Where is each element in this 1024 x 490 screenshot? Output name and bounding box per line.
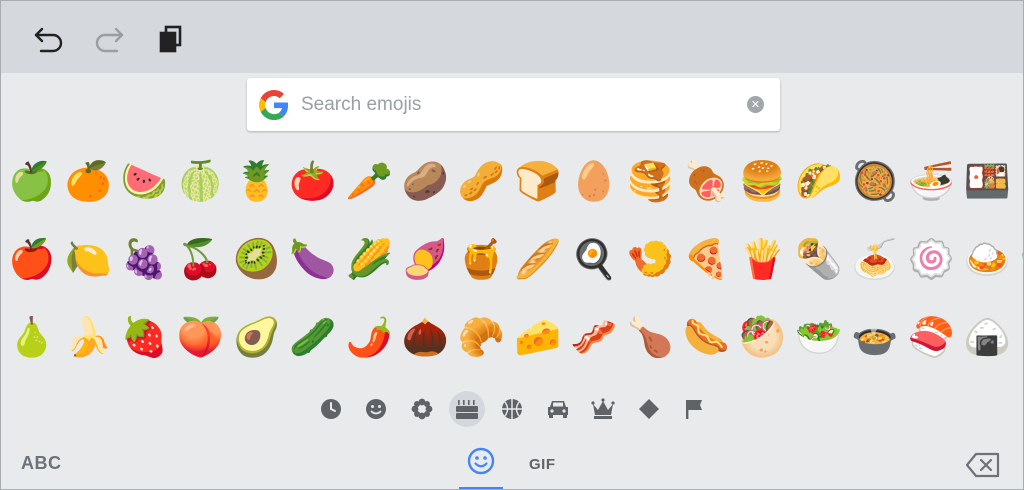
clock-icon [321,399,341,419]
category-travel[interactable] [540,391,576,427]
emoji-key[interactable]: 🍣 [903,309,959,365]
keyboard-toolbar [1,1,1023,73]
emoji-key[interactable]: 🌯 [791,231,847,287]
clipboard-icon [159,25,182,53]
emoji-key[interactable]: 🍜 [903,153,959,209]
smiley-icon [467,447,495,475]
emoji-row: 🍏🍊🍉🍈🍍🍅🥕🥔🥜🍞🥚🥞🍖🍔🌮🥘🍜🍱🥛 [1,153,1023,225]
category-symbols[interactable] [631,391,667,427]
emoji-key[interactable]: 🍤 [622,231,678,287]
emoji-key[interactable]: 🍛 [959,231,1015,287]
category-nature[interactable] [404,391,440,427]
basketball-icon [502,399,522,419]
emoji-key[interactable]: 🍒 [173,231,229,287]
emoji-key[interactable]: 🍳 [566,231,622,287]
emoji-key[interactable]: 🌭 [678,309,734,365]
emoji-key[interactable]: 🥞 [622,153,678,209]
emoji-key[interactable]: 🍐 [4,309,60,365]
emoji-key[interactable]: 🥙 [735,309,791,365]
emoji-key[interactable]: 🥚 [566,153,622,209]
emoji-key[interactable]: 🍖 [678,153,734,209]
emoji-key[interactable]: 🍝 [847,231,903,287]
emoji-key[interactable]: 🥕 [341,153,397,209]
emoji-key[interactable]: 🍠 [397,231,453,287]
emoji-key[interactable]: 🍥 [903,231,959,287]
emoji-key[interactable]: 🍊 [60,153,116,209]
emoji-key[interactable]: 🌽 [341,231,397,287]
emoji-key[interactable]: 🍓 [116,309,172,365]
category-bar [1,389,1023,429]
emoji-key[interactable]: 🍯 [454,231,510,287]
clipboard-button[interactable] [151,19,191,59]
flower-icon [411,398,433,420]
undo-button[interactable] [29,19,69,59]
category-flags[interactable] [676,391,712,427]
redo-button[interactable] [89,19,129,59]
emoji-key[interactable]: 🍚 [1016,231,1023,287]
emoji-key[interactable]: 🍌 [60,309,116,365]
emoji-key[interactable]: 🥔 [397,153,453,209]
abc-button[interactable]: ABC [21,453,62,474]
emoji-key[interactable]: 🥒 [285,309,341,365]
category-activity[interactable] [494,391,530,427]
emoji-key[interactable]: 🌶️ [341,309,397,365]
emoji-search-bar[interactable]: Search emojis ✕ [247,78,780,131]
emoji-tab[interactable] [459,447,503,489]
diamond-icon [639,399,659,419]
category-objects[interactable] [585,391,621,427]
emoji-key[interactable]: 🥘 [847,153,903,209]
emoji-key[interactable]: 🍉 [116,153,172,209]
emoji-key[interactable]: 🥐 [454,309,510,365]
emoji-key[interactable]: 🍏 [4,153,60,209]
emoji-row: 🍐🍌🍓🍑🥑🥒🌶️🌰🥐🧀🥓🍗🌭🥙🥗🍲🍣🍙🥄 [1,309,1023,381]
emoji-key[interactable]: 🍱 [959,153,1015,209]
emoji-key[interactable]: 🍲 [847,309,903,365]
emoji-key[interactable]: 🥛 [1016,153,1023,209]
emoji-key[interactable]: 🍙 [959,309,1015,365]
flag-icon [686,400,702,419]
cake-icon [456,400,478,419]
emoji-key[interactable]: 🍋 [60,231,116,287]
category-recent[interactable] [313,391,349,427]
emoji-key[interactable]: 🥗 [791,309,847,365]
emoji-key[interactable]: 🥑 [229,309,285,365]
redo-icon [95,27,124,53]
backspace-icon[interactable] [965,451,1001,479]
emoji-grid: 🍏🍊🍉🍈🍍🍅🥕🥔🥜🍞🥚🥞🍖🍔🌮🥘🍜🍱🥛🍎🍋🍇🍒🥝🍆🌽🍠🍯🥖🍳🍤🍕🍟🌯🍝🍥🍛🍚🍐🍌… [1,147,1023,387]
emoji-key[interactable]: 🍈 [173,153,229,209]
emoji-row: 🍎🍋🍇🍒🥝🍆🌽🍠🍯🥖🍳🍤🍕🍟🌯🍝🍥🍛🍚 [1,231,1023,303]
emoji-key[interactable]: 🍟 [735,231,791,287]
emoji-key[interactable]: 🍎 [4,231,60,287]
emoji-key[interactable]: 🍞 [510,153,566,209]
emoji-key[interactable]: 🍍 [229,153,285,209]
clear-icon[interactable]: ✕ [747,96,764,113]
google-g-logo [259,90,289,120]
emoji-key[interactable]: 🍑 [173,309,229,365]
emoji-key[interactable]: 🌮 [791,153,847,209]
emoji-key[interactable]: 🍗 [622,309,678,365]
crown-icon [591,398,615,419]
emoji-key[interactable]: 🍔 [735,153,791,209]
gif-tab[interactable]: GIF [529,456,556,473]
emoji-key[interactable]: 🥄 [1016,309,1023,365]
car-icon [548,401,568,418]
emoji-key[interactable]: 🍅 [285,153,341,209]
smiley-icon [366,399,386,419]
emoji-key[interactable]: 🧀 [510,309,566,365]
emoji-key[interactable]: 🍕 [678,231,734,287]
emoji-key[interactable]: 🥖 [510,231,566,287]
search-placeholder[interactable]: Search emojis [301,78,421,131]
emoji-keyboard: Search emojis ✕ 🍏🍊🍉🍈🍍🍅🥕🥔🥜🍞🥚🥞🍖🍔🌮🥘🍜🍱🥛🍎🍋🍇🍒🥝… [0,0,1024,490]
emoji-key[interactable]: 🥜 [454,153,510,209]
emoji-key[interactable]: 🥓 [566,309,622,365]
category-smileys[interactable] [358,391,394,427]
emoji-key[interactable]: 🥝 [229,231,285,287]
undo-icon [34,27,63,53]
category-food[interactable] [449,391,485,427]
keyboard-bottom-bar: ABC GIF [1,441,1023,489]
emoji-key[interactable]: 🌰 [397,309,453,365]
emoji-key[interactable]: 🍆 [285,231,341,287]
emoji-key[interactable]: 🍇 [116,231,172,287]
